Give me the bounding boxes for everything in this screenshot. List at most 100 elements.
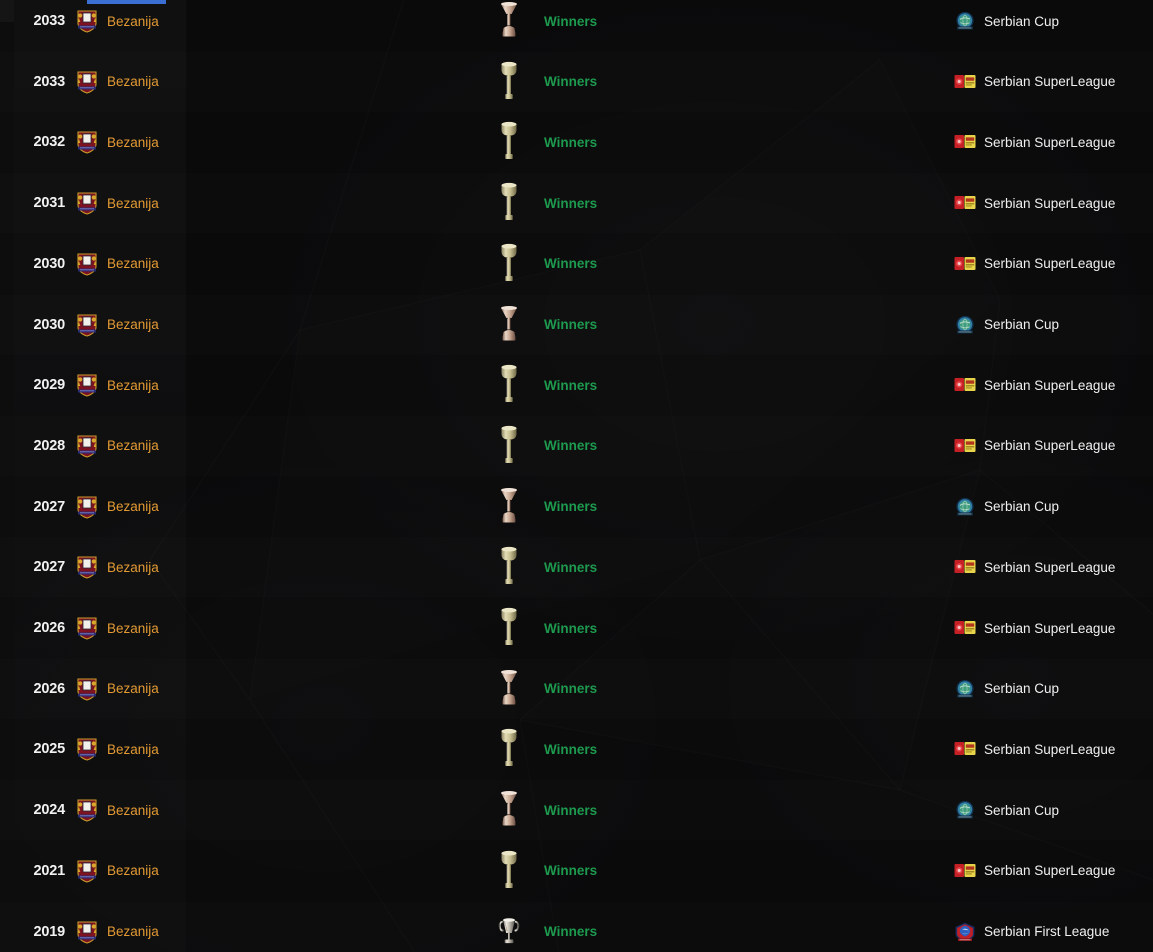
honour-competition-name[interactable]: Serbian SuperLeague [984,438,1115,453]
bezanija-club-crest-icon [74,252,100,276]
honour-team-cell[interactable]: Bezanija [74,495,494,519]
honour-competition-cell[interactable]: Serbian SuperLeague [954,862,1153,880]
honour-competition-cell[interactable]: Serbian SuperLeague [954,376,1153,394]
honour-row[interactable]: 2026 Bezanija Winners [0,598,1153,658]
honour-row[interactable]: 2030 Bezanija Winners [0,295,1153,355]
honour-row[interactable]: 2033 Bezanija Winners [0,0,1153,51]
honour-competition-cell[interactable]: Serbian Cup [954,11,1153,30]
honour-year: 2032 [33,134,66,151]
honour-team-name[interactable]: Bezanija [107,863,159,878]
honour-competition-name[interactable]: Serbian Cup [984,681,1059,696]
honour-team-cell[interactable]: Bezanija [74,313,494,337]
honour-row[interactable]: 2029 Bezanija Winners Serbian SuperLeagu… [0,355,1153,415]
honour-team-cell[interactable]: Bezanija [74,70,494,94]
honour-row[interactable]: 2031 Bezanija Winners Serbian SuperLeagu… [0,173,1153,233]
honour-team-cell[interactable]: Bezanija [74,252,494,276]
honour-competition-name[interactable]: Serbian SuperLeague [984,742,1115,757]
honour-competition-name[interactable]: Serbian First League [984,924,1109,939]
honour-team-name[interactable]: Bezanija [107,135,159,150]
serbian-superleague-badge-icon [954,862,976,880]
honour-competition-name[interactable]: Serbian SuperLeague [984,378,1115,393]
honour-competition-cell[interactable]: Serbian SuperLeague [954,73,1153,91]
honour-competition-cell[interactable]: Serbian SuperLeague [954,437,1153,455]
bezanija-club-crest-icon [74,191,100,215]
honour-row[interactable]: 2033 Bezanija Winners [0,52,1153,112]
honour-competition-cell[interactable]: Serbian SuperLeague [954,194,1153,212]
honour-row[interactable]: 2027 Bezanija Winners [0,537,1153,597]
bezanija-club-crest-icon [74,434,100,458]
honour-team-name[interactable]: Bezanija [107,74,159,89]
honour-row[interactable]: 2026 Bezanija Winners [0,659,1153,719]
honour-competition-name[interactable]: Serbian SuperLeague [984,196,1115,211]
honour-team-cell[interactable]: Bezanija [74,434,494,458]
honour-competition-cell[interactable]: Serbian SuperLeague [954,740,1153,758]
league-trophy-icon [494,59,524,105]
honour-competition-cell[interactable]: Serbian SuperLeague [954,619,1153,637]
honour-competition-cell[interactable]: Serbian Cup [954,800,1153,819]
honour-row[interactable]: 2028 Bezanija Winners Serbian SuperLeagu… [0,416,1153,476]
honour-team-name[interactable]: Bezanija [107,14,159,29]
honour-award-cell: Winners [494,666,954,712]
bezanija-club-crest-icon [74,920,100,944]
honour-row[interactable]: 2027 Bezanija Winners [0,477,1153,537]
honour-team-cell[interactable]: Bezanija [74,737,494,761]
honour-team-cell[interactable]: Bezanija [74,859,494,883]
honour-team-name[interactable]: Bezanija [107,196,159,211]
honour-team-cell[interactable]: Bezanija [74,616,494,640]
honour-row[interactable]: 2030 Bezanija Winners [0,234,1153,294]
honour-team-name[interactable]: Bezanija [107,499,159,514]
honour-award-cell: Winners [494,0,954,44]
honour-row[interactable]: 2025 Bezanija Winners Serbian SuperLeagu… [0,719,1153,779]
honour-row[interactable]: 2019 Bezanija Winners Serbian First Leag… [0,902,1153,952]
bezanija-club-crest-icon [74,737,100,761]
honour-award-label: Winners [544,802,598,818]
honour-team-name[interactable]: Bezanija [107,438,159,453]
first-league-trophy-icon [494,909,524,952]
honour-team-cell[interactable]: Bezanija [74,191,494,215]
honour-competition-name[interactable]: Serbian Cup [984,499,1059,514]
honour-team-name[interactable]: Bezanija [107,317,159,332]
honour-competition-name[interactable]: Serbian Cup [984,14,1059,29]
honour-team-cell[interactable]: Bezanija [74,555,494,579]
honour-team-cell[interactable]: Bezanija [74,677,494,701]
honour-team-cell[interactable]: Bezanija [74,798,494,822]
honours-list[interactable]: 2033 Bezanija Winners Serbian Cup 2033 B… [0,0,1153,952]
honour-award-label: Winners [544,924,598,939]
honour-team-cell[interactable]: Bezanija [74,9,494,33]
honour-award-cell: Winners [494,241,954,287]
honour-team-name[interactable]: Bezanija [107,560,159,575]
honour-competition-cell[interactable]: Serbian SuperLeague [954,558,1153,576]
honour-year: 2033 [33,73,66,90]
honour-competition-cell[interactable]: Serbian Cup [954,315,1153,334]
honour-team-name[interactable]: Bezanija [107,378,159,393]
honour-competition-cell[interactable]: Serbian Cup [954,497,1153,516]
honour-team-cell[interactable]: Bezanija [74,373,494,397]
honour-team-name[interactable]: Bezanija [107,803,159,818]
honour-row[interactable]: 2021 Bezanija Winners Serbian SuperLeagu… [0,841,1153,901]
honour-competition-cell[interactable]: Serbian SuperLeague [954,133,1153,151]
bezanija-club-crest-icon [74,70,100,94]
honour-competition-name[interactable]: Serbian SuperLeague [984,863,1115,878]
honour-competition-cell[interactable]: Serbian Cup [954,679,1153,698]
honour-competition-cell[interactable]: Serbian SuperLeague [954,255,1153,273]
honour-row[interactable]: 2024 Bezanija Winners Serbian Cup [0,780,1153,840]
honour-team-cell[interactable]: Bezanija [74,920,494,944]
honour-competition-cell[interactable]: Serbian First League [954,922,1153,941]
serbian-superleague-badge-icon [954,133,976,151]
honour-competition-name[interactable]: Serbian SuperLeague [984,621,1115,636]
honour-competition-name[interactable]: Serbian Cup [984,317,1059,332]
honour-team-name[interactable]: Bezanija [107,924,159,939]
honour-team-name[interactable]: Bezanija [107,742,159,757]
honour-competition-name[interactable]: Serbian SuperLeague [984,135,1115,150]
honour-competition-name[interactable]: Serbian Cup [984,803,1059,818]
honour-award-cell: Winners [494,59,954,105]
honour-competition-name[interactable]: Serbian SuperLeague [984,74,1115,89]
honour-team-cell[interactable]: Bezanija [74,130,494,154]
honour-competition-name[interactable]: Serbian SuperLeague [984,256,1115,271]
honour-team-name[interactable]: Bezanija [107,681,159,696]
honour-team-name[interactable]: Bezanija [107,621,159,636]
honour-row[interactable]: 2032 Bezanija Winners Serbian SuperLeagu… [0,112,1153,172]
honour-year: 2025 [33,741,66,758]
honour-team-name[interactable]: Bezanija [107,256,159,271]
honour-competition-name[interactable]: Serbian SuperLeague [984,560,1115,575]
